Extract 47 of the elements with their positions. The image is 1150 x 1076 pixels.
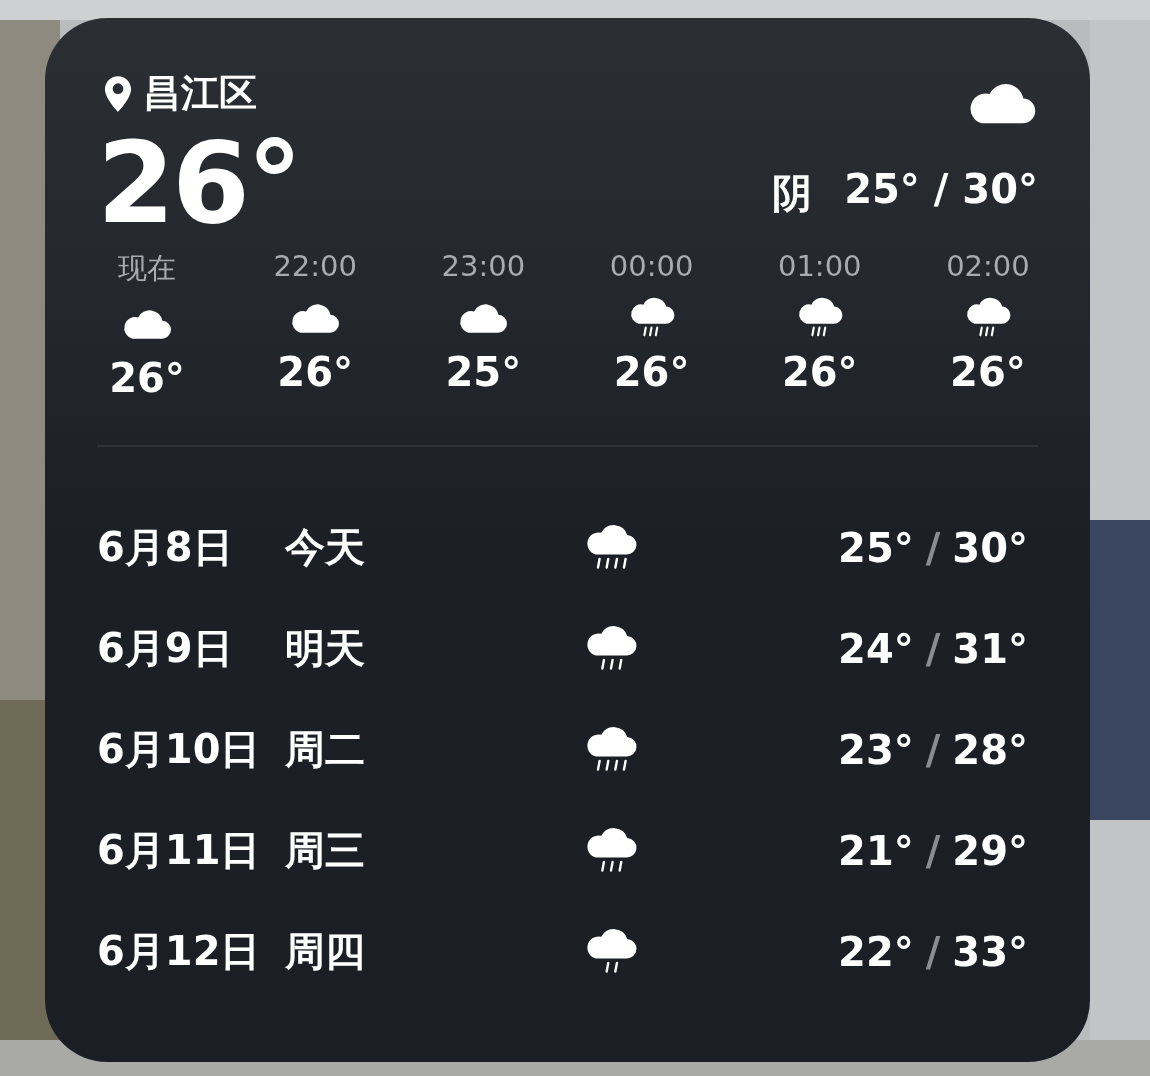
date-label: 6月11日: [97, 826, 262, 875]
hour-temperature: 26°: [109, 355, 185, 401]
range-separator: /: [925, 726, 941, 773]
rain-cloud-icon: [585, 523, 637, 572]
hour-temperature: 26°: [277, 349, 353, 395]
hour-label: 23:00: [441, 249, 526, 283]
low-temperature: 21°: [838, 827, 914, 874]
high-temperature: 33°: [952, 928, 1028, 975]
hour-temperature: 26°: [950, 349, 1026, 395]
condition-text: 阴: [772, 169, 813, 218]
temperature-range: 25° / 30°: [844, 166, 1038, 214]
rain-cloud-icon: [585, 927, 637, 976]
hour-label: 22:00: [273, 249, 357, 283]
range-separator: /: [925, 928, 941, 975]
hour-label: 02:00: [946, 249, 1030, 283]
day-label: 明天: [285, 624, 366, 673]
low-temperature: 23°: [838, 726, 914, 773]
location-pin-icon: [103, 74, 133, 113]
date-label: 6月12日: [97, 927, 262, 976]
day-label: 今天: [285, 523, 366, 572]
high-temperature: 28°: [952, 726, 1028, 773]
hour-temperature: 26°: [613, 349, 690, 395]
high-temperature: 30°: [952, 524, 1028, 571]
low-temperature: 24°: [838, 625, 914, 672]
rain-cloud-icon: [585, 725, 637, 774]
hour-temperature: 25°: [445, 349, 522, 395]
low-temperature: 25°: [838, 524, 914, 571]
current-temperature: 26°: [97, 127, 300, 239]
low-temperature: 22°: [838, 928, 914, 975]
range-separator: /: [925, 524, 941, 571]
high-temperature: 31°: [952, 625, 1028, 672]
day-label: 周二: [285, 725, 366, 774]
date-label: 6月9日: [97, 624, 234, 673]
hour-label: 00:00: [609, 249, 694, 283]
high-temperature: 29°: [952, 827, 1028, 874]
hour-label: 01:00: [777, 249, 862, 283]
hour-label: 现在: [118, 250, 176, 287]
day-label: 周三: [285, 826, 366, 875]
location-name: 昌江区: [143, 70, 257, 117]
day-label: 周四: [285, 927, 366, 976]
rain-cloud-icon: [585, 624, 637, 673]
range-separator: /: [925, 827, 941, 874]
hour-temperature: 26°: [781, 349, 858, 395]
date-label: 6月10日: [97, 725, 262, 774]
range-separator: /: [925, 625, 941, 672]
rain-cloud-icon: [585, 826, 637, 875]
date-label: 6月8日: [97, 523, 234, 572]
